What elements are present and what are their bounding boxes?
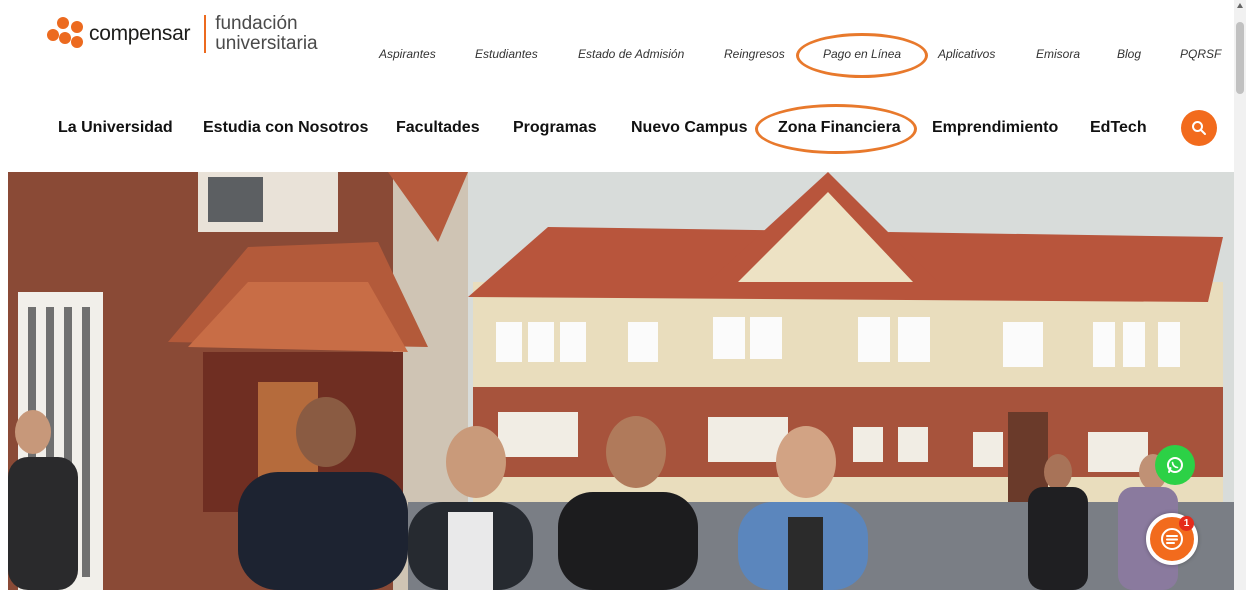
compensar-logo[interactable]: compensar fundación universitaria	[45, 14, 318, 54]
main-nav-la-universidad[interactable]: La Universidad	[58, 119, 173, 137]
main-nav-estudia-con-nosotros[interactable]: Estudia con Nosotros	[203, 119, 368, 137]
scrollbar-thumb[interactable]	[1236, 22, 1244, 94]
top-nav-pqrsf[interactable]: PQRSF	[1180, 47, 1221, 61]
main-nav-nuevo-campus[interactable]: Nuevo Campus	[631, 119, 747, 137]
hero-photo	[8, 172, 1234, 590]
top-nav-blog[interactable]: Blog	[1117, 47, 1141, 61]
scroll-up-arrow-icon[interactable]	[1237, 3, 1243, 8]
logo-divider	[204, 15, 207, 53]
top-nav-emisora[interactable]: Emisora	[1036, 47, 1080, 61]
campus-students-image	[8, 172, 1234, 590]
logo-subtitle: fundación universitaria	[215, 14, 317, 54]
main-nav-facultades[interactable]: Facultades	[396, 119, 480, 137]
whatsapp-button[interactable]	[1155, 445, 1195, 485]
search-button[interactable]	[1181, 110, 1217, 146]
main-nav-emprendimiento[interactable]: Emprendimiento	[932, 119, 1058, 137]
logo-dots-icon	[45, 17, 85, 51]
top-nav-estudiantes[interactable]: Estudiantes	[475, 47, 538, 61]
chat-icon	[1161, 528, 1183, 550]
top-nav-aplicativos[interactable]: Aplicativos	[938, 47, 995, 61]
site-header: compensar fundación universitaria Aspira…	[0, 0, 1234, 172]
logo-brand-text: compensar	[89, 22, 191, 45]
main-nav-programas[interactable]: Programas	[513, 119, 597, 137]
top-nav-aspirantes[interactable]: Aspirantes	[379, 47, 436, 61]
page-scrollbar[interactable]	[1234, 0, 1246, 590]
whatsapp-icon	[1167, 457, 1183, 473]
top-nav-reingresos[interactable]: Reingresos	[724, 47, 785, 61]
logo-subtitle-line1: fundación	[215, 13, 298, 34]
logo-subtitle-line2: universitaria	[215, 33, 318, 54]
chat-notification-badge: 1	[1179, 516, 1194, 531]
highlight-circle-zona-financiera	[755, 104, 917, 154]
top-nav-estado-admision[interactable]: Estado de Admisión	[578, 47, 684, 61]
highlight-circle-pago-en-linea	[796, 33, 928, 78]
main-nav-edtech[interactable]: EdTech	[1090, 119, 1147, 137]
search-icon	[1192, 121, 1206, 135]
